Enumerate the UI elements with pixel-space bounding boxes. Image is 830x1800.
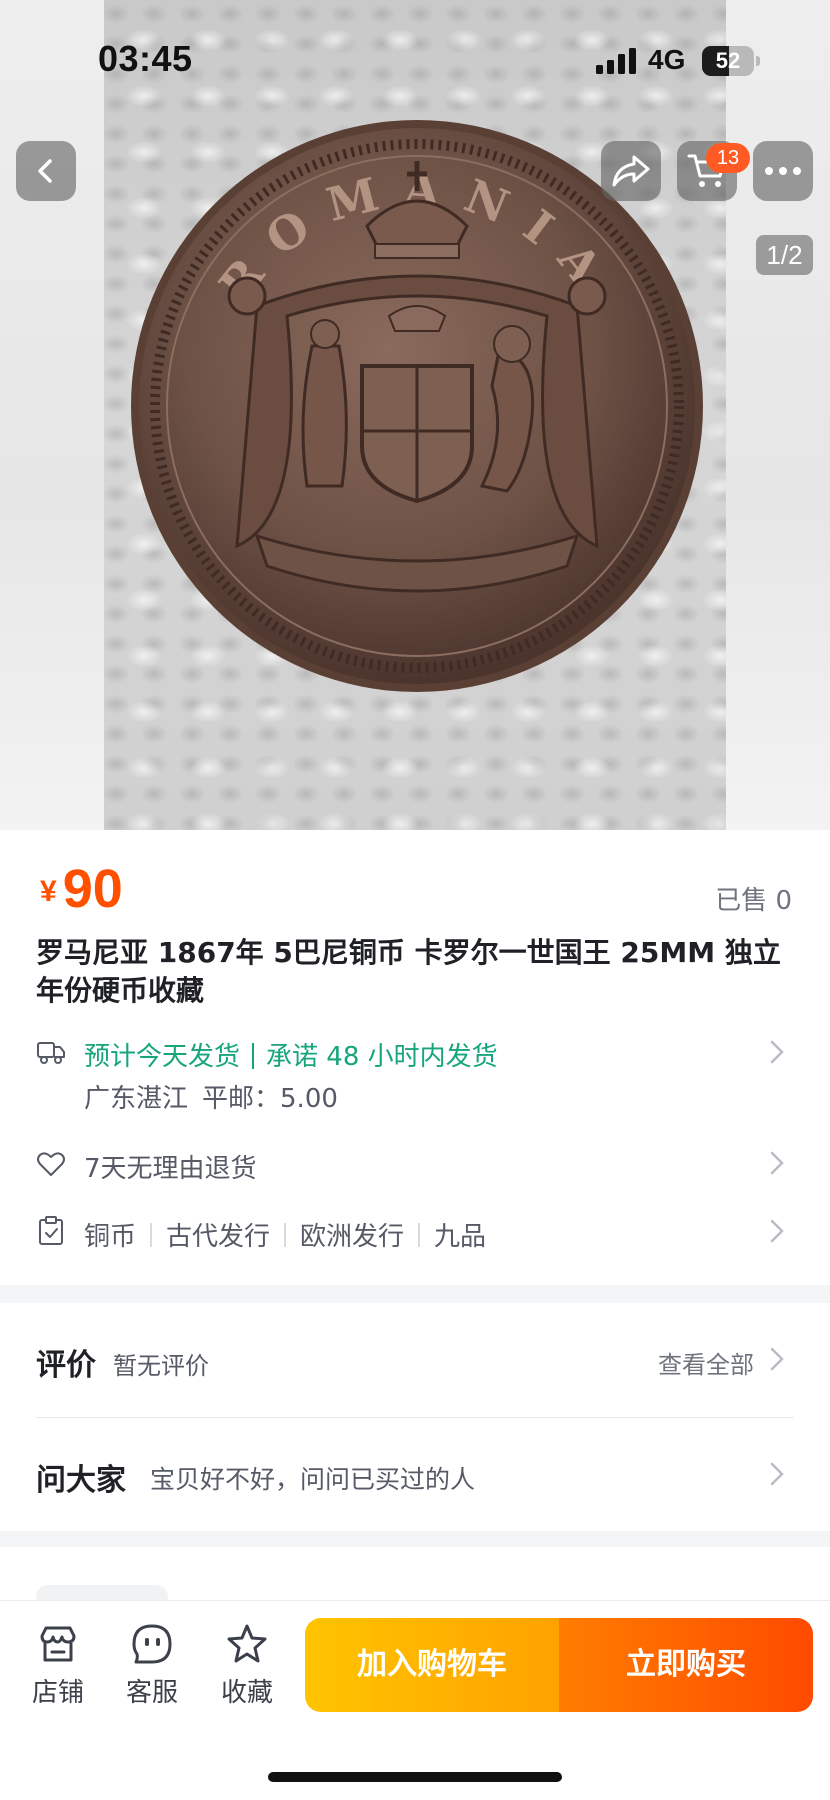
chevron-right-icon[interactable] (770, 1151, 784, 1175)
ask-subtitle[interactable]: 宝贝好不好，问问已买过的人 (150, 1460, 475, 1496)
currency-symbol: ¥ (40, 875, 57, 908)
share-icon (612, 155, 650, 187)
more-button[interactable] (753, 141, 813, 201)
battery-percent: 52 (715, 48, 741, 73)
attribute-tag: 九品 (434, 1222, 487, 1252)
section-divider (0, 1285, 830, 1303)
product-image-gallery[interactable]: ROMANIA (0, 0, 830, 830)
shipping-eta: 预计今天发货 (84, 1042, 241, 1072)
attribute-tag: 欧洲发行 (300, 1222, 405, 1252)
shipping-origin: 广东湛江 (84, 1084, 189, 1114)
shipping-origin-row: 广东湛江 平邮：5.00 (84, 1078, 352, 1115)
price-value: 90 (62, 859, 123, 919)
buy-now-button[interactable]: 立即购买 (559, 1618, 813, 1712)
view-all-reviews-link[interactable]: 查看全部 (658, 1345, 754, 1380)
return-policy[interactable]: 7天无理由退货 (84, 1148, 257, 1185)
service-label: 客服 (125, 1678, 178, 1708)
clipboard-icon (39, 1216, 63, 1245)
status-bar: 03:45 4G 52 (0, 0, 830, 120)
back-button[interactable] (16, 141, 76, 201)
attribute-tag: 古代发行 (166, 1222, 271, 1252)
add-to-cart-button[interactable]: 加入购物车 (305, 1618, 559, 1712)
image-pager: 1/2 (756, 235, 813, 275)
chevron-right-icon[interactable] (770, 1347, 784, 1371)
heart-icon (37, 1152, 65, 1176)
status-time: 03:45 (98, 38, 193, 79)
shipping-eta-row[interactable]: 预计今天发货 承诺 48 小时内发货 (84, 1036, 498, 1073)
home-indicator[interactable] (268, 1772, 562, 1782)
favorite-tab[interactable]: 收藏 (207, 1622, 287, 1722)
ask-title[interactable]: 问大家 (36, 1455, 126, 1499)
coin-image: ROMANIA (131, 120, 703, 692)
chevron-right-icon[interactable] (770, 1462, 784, 1486)
cart-count-badge: 13 (706, 143, 750, 173)
price: ¥90 (40, 858, 123, 920)
divider (36, 1417, 794, 1418)
chat-face-icon (132, 1624, 172, 1664)
network-type: 4G (648, 44, 686, 75)
shipping-fee: 平邮：5.00 (202, 1084, 338, 1114)
shipping-promise: 承诺 48 小时内发货 (266, 1042, 498, 1072)
store-label: 店铺 (31, 1678, 84, 1708)
truck-icon (37, 1042, 65, 1064)
store-icon (40, 1626, 76, 1662)
attribute-tag: 铜币 (84, 1222, 137, 1252)
product-title: 罗马尼亚 1867年 5巴尼铜币 卡罗尔一世国王 25MM 独立年份硬币收藏 (36, 936, 781, 1007)
star-icon (227, 1624, 267, 1663)
customer-service-tab[interactable]: 客服 (112, 1622, 192, 1722)
chevron-right-icon[interactable] (770, 1040, 784, 1064)
chevron-right-icon[interactable] (770, 1219, 784, 1243)
cellular-signal-icon (596, 48, 636, 74)
favorite-label: 收藏 (220, 1678, 273, 1708)
back-arrow-icon (38, 159, 52, 183)
store-tab[interactable]: 店铺 (18, 1622, 98, 1722)
share-button[interactable] (601, 141, 661, 201)
sold-count: 已售 0 (715, 886, 792, 916)
more-icon (765, 167, 801, 175)
section-divider (0, 1531, 830, 1547)
reviews-subtitle: 暂无评价 (113, 1352, 209, 1380)
battery-icon: 52 (702, 46, 760, 76)
reviews-title: 评价 (36, 1348, 96, 1383)
product-attributes[interactable]: 铜币 古代发行 欧洲发行 九品 (84, 1216, 486, 1253)
